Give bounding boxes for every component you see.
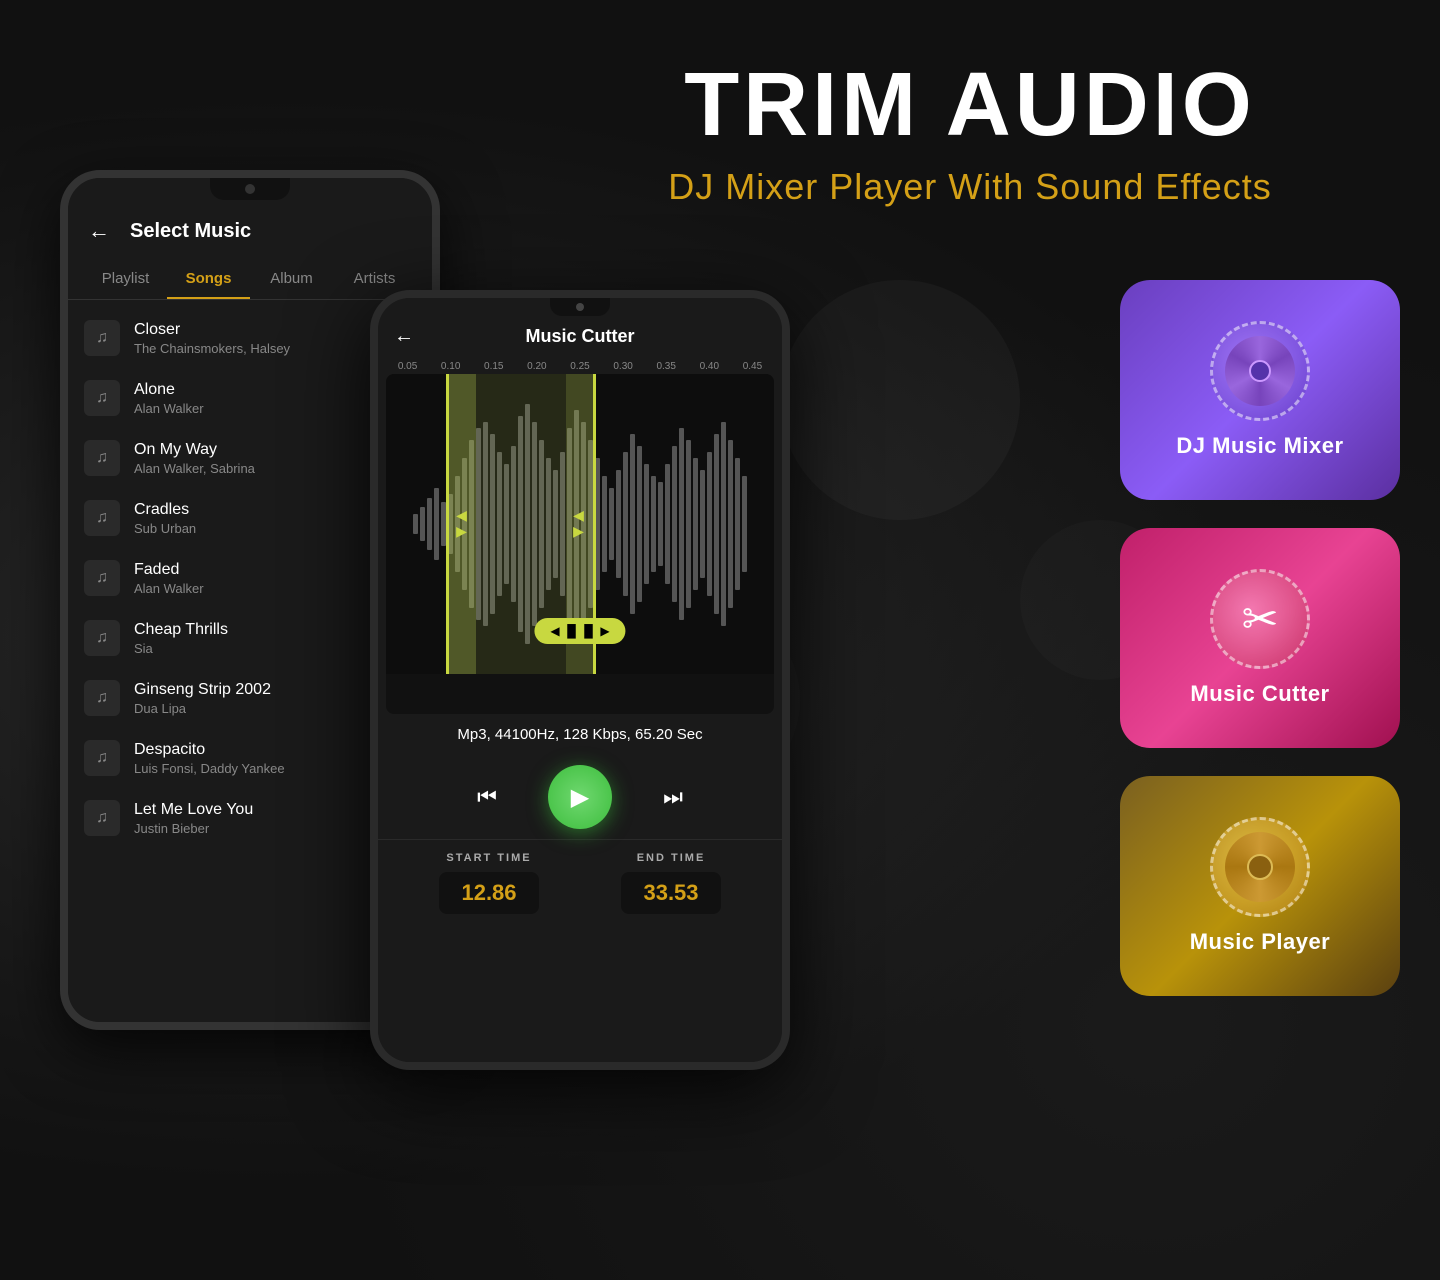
end-time-block: END TIME 33.53 [621,852,721,914]
waveform-bar [427,498,432,551]
timeline-label: 0.35 [645,361,688,372]
music-note-icon: ♫ [84,620,120,656]
vinyl-record-icon [1225,336,1295,406]
music-note-icon: ♫ [84,800,120,836]
page: TRIM AUDIO DJ Mixer Player With Sound Ef… [0,0,1440,1280]
waveform-bar [693,458,698,590]
waveform-bar [637,446,642,602]
waveform-container[interactable]: ◀▶ ◀▶ ◀ ▐▌▐▌ ▶ [386,374,774,714]
music-note-icon: ♫ [84,740,120,776]
waveform-bar [644,464,649,584]
start-time-label: START TIME [439,852,539,864]
music-note-icon: ♫ [84,380,120,416]
waveform-bar [609,488,614,560]
skip-forward-button[interactable]: ⏭ [652,776,694,818]
waveform-bar [602,476,607,572]
music-note-icon: ♫ [84,500,120,536]
tab-playlist[interactable]: Playlist [84,260,167,299]
handle-left-icon: ◀▶ [455,508,471,540]
handle-right-icon: ◀▶ [572,508,588,540]
start-time-block: START TIME 12.86 [439,852,539,914]
bottom-handle-icon: ◀ ▐▌▐▌ ▶ [550,624,609,638]
main-title: TRIM AUDIO [550,60,1390,150]
end-time-label: END TIME [621,852,721,864]
record-icon [1225,832,1295,902]
waveform-area: ◀▶ ◀▶ ◀ ▐▌▐▌ ▶ [386,374,774,674]
waveform-bar [616,470,621,578]
skip-back-button[interactable]: ⏮ [466,776,508,818]
waveform-bar [742,476,747,572]
waveform-bar [630,434,635,614]
timeline-label: 0.40 [688,361,731,372]
music-cutter-icon: ✂ [1210,569,1310,669]
waveform-bar [672,446,677,602]
p1-title: Select Music [130,220,251,243]
music-note-icon: ♫ [84,680,120,716]
waveform-bar [728,440,733,608]
waveform-bar [679,428,684,620]
app-card-music-player[interactable]: Music Player [1120,776,1400,996]
scissors-icon: ✂ [1242,594,1279,645]
timeline-label: 0.15 [472,361,515,372]
phone2-screen: ← Music Cutter 0.05 0.10 0.15 0.20 0.25 … [378,298,782,1062]
timeline-label: 0.25 [558,361,601,372]
waveform-bar [420,507,425,541]
music-player-icon [1210,817,1310,917]
waveform-bar [721,422,726,626]
bottom-trim-handle[interactable]: ◀ ▐▌▐▌ ▶ [534,618,625,644]
timeline-label: 0.45 [731,361,774,372]
phone1-notch [210,178,290,200]
file-info: Mp3, 44100Hz, 128 Kbps, 65.20 Sec [378,714,782,755]
waveform-bar [413,514,418,533]
tab-songs[interactable]: Songs [167,260,250,299]
music-player-label: Music Player [1190,929,1331,955]
phone1-camera [245,184,255,194]
dj-mixer-icon [1210,321,1310,421]
music-note-icon: ♫ [84,440,120,476]
header-section: TRIM AUDIO DJ Mixer Player With Sound Ef… [550,60,1390,208]
p2-back-button[interactable]: ← [394,325,414,348]
waveform-bar [434,488,439,560]
end-time-value[interactable]: 33.53 [621,872,721,914]
music-note-icon: ♫ [84,320,120,356]
waveform-bar [651,476,656,572]
dj-mixer-label: DJ Music Mixer [1176,433,1343,459]
music-cutter-label: Music Cutter [1190,681,1329,707]
trim-handle-left[interactable]: ◀▶ [446,374,476,674]
waveform-bar [700,470,705,578]
p1-back-button[interactable]: ← [88,218,110,244]
timeline-label: 0.05 [386,361,429,372]
waveform-bar [714,434,719,614]
waveform-bar [707,452,712,596]
timeline-label: 0.20 [515,361,558,372]
sub-title: DJ Mixer Player With Sound Effects [550,166,1390,208]
waveform-bar [623,452,628,596]
app-card-music-cutter[interactable]: ✂ Music Cutter [1120,528,1400,748]
waveform-bar [686,440,691,608]
timeline-labels: 0.05 0.10 0.15 0.20 0.25 0.30 0.35 0.40 … [378,361,782,372]
play-button[interactable]: ▶ [548,765,612,829]
p1-tabs: Playlist Songs Album Artists [68,260,432,300]
waveform-bar [735,458,740,590]
tab-album[interactable]: Album [250,260,333,299]
phone2-notch [550,298,610,316]
playback-controls: ⏮ ▶ ⏭ [378,755,782,839]
phone2-camera [576,303,584,311]
app-card-dj-mixer[interactable]: DJ Music Mixer [1120,280,1400,500]
music-note-icon: ♫ [84,560,120,596]
app-icons-section: DJ Music Mixer ✂ Music Cutter Music Play… [1120,280,1400,996]
timeline-label: 0.10 [429,361,472,372]
timeline-label: 0.30 [602,361,645,372]
start-time-value[interactable]: 12.86 [439,872,539,914]
waveform-bar [665,464,670,584]
p2-title: Music Cutter [525,326,634,347]
time-section: START TIME 12.86 END TIME 33.53 [378,839,782,914]
waveform-bar [658,482,663,566]
phone2-device: ← Music Cutter 0.05 0.10 0.15 0.20 0.25 … [370,290,790,1070]
